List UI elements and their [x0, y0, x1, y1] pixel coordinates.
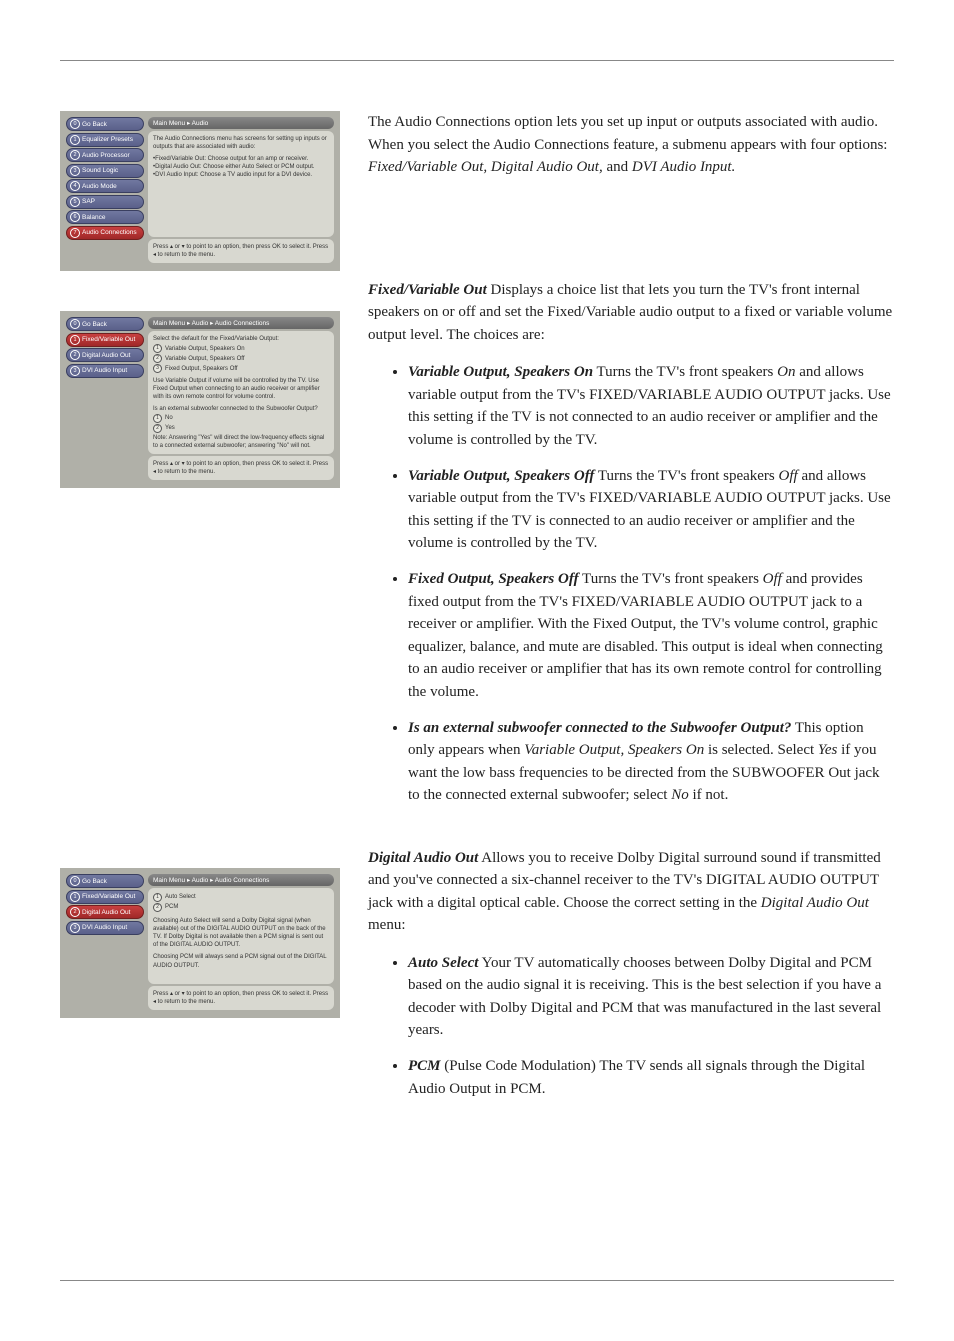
menu-item[interactable]: 4Audio Mode: [66, 179, 144, 193]
radio-option[interactable]: 2Variable Output, Speakers Off: [153, 354, 329, 363]
term-digital-audio-out: Digital Audio Out: [368, 850, 478, 866]
radio-option[interactable]: 2Yes: [153, 424, 329, 433]
tv-menu-screenshot-audio: 0Go Back 1Equalizer Presets 2Audio Proce…: [60, 111, 340, 271]
menu-item-audio-connections[interactable]: 7Audio Connections: [66, 226, 144, 240]
menu-item-go-back[interactable]: 0Go Back: [66, 117, 144, 131]
description-panel: Select the default for the Fixed/Variabl…: [148, 331, 334, 454]
choice-list: Variable Output, Speakers On Turns the T…: [368, 361, 894, 807]
radio-icon: 1: [153, 344, 162, 353]
list-item: PCM (Pulse Code Modulation) The TV sends…: [408, 1055, 894, 1100]
menu-sidebar: 0Go Back 1Equalizer Presets 2Audio Proce…: [66, 117, 144, 265]
list-item: Is an external subwoofer connected to th…: [408, 717, 894, 807]
dao-choice-list: Auto Select Your TV automatically choose…: [368, 952, 894, 1101]
list-item: Fixed Output, Speakers Off Turns the TV'…: [408, 568, 894, 703]
list-item: Auto Select Your TV automatically choose…: [408, 952, 894, 1042]
description-panel: 1Auto Select 2PCM Choosing Auto Select w…: [148, 888, 334, 984]
radio-option[interactable]: 2PCM: [153, 903, 329, 912]
left-column: 0Go Back 1Equalizer Presets 2Audio Proce…: [60, 111, 340, 1140]
radio-option[interactable]: 3Fixed Output, Speakers Off: [153, 364, 329, 373]
right-column: The Audio Connections option lets you se…: [368, 111, 894, 1140]
breadcrumb: Main Menu ▸ Audio ▸ Audio Connections: [148, 317, 334, 329]
menu-sidebar: 0Go Back 1Fixed/Variable Out 2Digital Au…: [66, 874, 144, 1012]
footer-hint: Press ▴ or ▾ to point to an option, then…: [148, 986, 334, 1010]
menu-item[interactable]: 3Sound Logic: [66, 164, 144, 178]
breadcrumb: Main Menu ▸ Audio: [148, 117, 334, 129]
radio-option[interactable]: 1Auto Select: [153, 893, 329, 902]
intro-paragraph: The Audio Connections option lets you se…: [368, 111, 894, 179]
bottom-rule: [60, 1280, 894, 1281]
menu-sidebar: 0Go Back 1Fixed/Variable Out 2Digital Au…: [66, 317, 144, 482]
menu-item[interactable]: 3DVI Audio Input: [66, 364, 144, 378]
menu-item[interactable]: 3DVI Audio Input: [66, 921, 144, 935]
top-rule: [60, 60, 894, 61]
description-panel: The Audio Connections menu has screens f…: [148, 131, 334, 237]
menu-item-go-back[interactable]: 0Go Back: [66, 317, 144, 331]
radio-option[interactable]: 1Variable Output, Speakers On: [153, 344, 329, 353]
list-item: Variable Output, Speakers On Turns the T…: [408, 361, 894, 451]
digital-audio-out-section: Digital Audio Out Allows you to receive …: [368, 847, 894, 1101]
menu-item[interactable]: 2Digital Audio Out: [66, 348, 144, 362]
radio-icon: 1: [153, 414, 162, 423]
radio-icon: 2: [153, 903, 162, 912]
breadcrumb: Main Menu ▸ Audio ▸ Audio Connections: [148, 874, 334, 886]
content-area: 0Go Back 1Equalizer Presets 2Audio Proce…: [60, 111, 894, 1140]
menu-item[interactable]: 1Equalizer Presets: [66, 133, 144, 147]
term-fixed-variable-out: Fixed/Variable Out: [368, 282, 487, 298]
radio-icon: 3: [153, 364, 162, 373]
menu-item-digital-audio-out[interactable]: 2Digital Audio Out: [66, 905, 144, 919]
tv-menu-screenshot-digital-audio-out: 0Go Back 1Fixed/Variable Out 2Digital Au…: [60, 868, 340, 1018]
menu-item[interactable]: 2Audio Processor: [66, 148, 144, 162]
radio-icon: 1: [153, 893, 162, 902]
list-item: Variable Output, Speakers Off Turns the …: [408, 465, 894, 555]
footer-hint: Press ▴ or ▾ to point to an option, then…: [148, 456, 334, 480]
fixed-variable-out-section: Fixed/Variable Out Displays a choice lis…: [368, 279, 894, 807]
radio-option[interactable]: 1No: [153, 414, 329, 423]
menu-item[interactable]: 1Fixed/Variable Out: [66, 890, 144, 904]
footer-hint: Press ▴ or ▾ to point to an option, then…: [148, 239, 334, 263]
menu-item-fixed-variable-out[interactable]: 1Fixed/Variable Out: [66, 333, 144, 347]
menu-item-go-back[interactable]: 0Go Back: [66, 874, 144, 888]
radio-icon: 2: [153, 424, 162, 433]
menu-item[interactable]: 6Balance: [66, 210, 144, 224]
tv-menu-screenshot-fixed-variable: 0Go Back 1Fixed/Variable Out 2Digital Au…: [60, 311, 340, 488]
menu-item[interactable]: 5SAP: [66, 195, 144, 209]
radio-icon: 2: [153, 354, 162, 363]
